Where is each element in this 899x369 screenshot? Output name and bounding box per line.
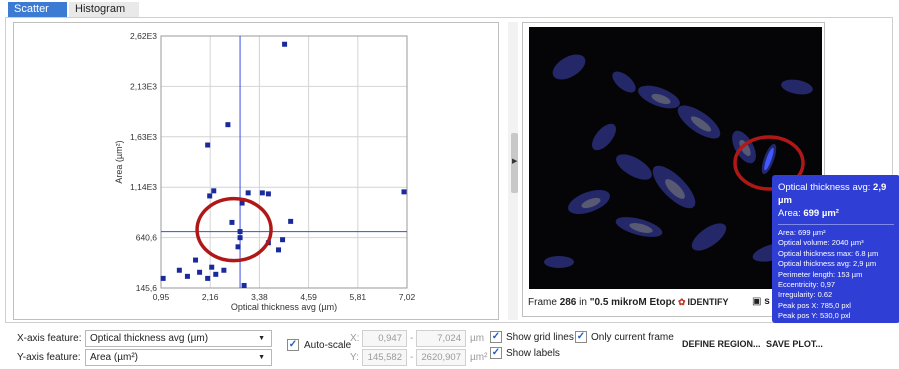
plot-controls: X-axis feature: Optical thickness avg (µ… — [0, 326, 899, 369]
tab-scatter-plot[interactable]: Scatter plot — [8, 2, 67, 30]
x-range-label: X: — [350, 333, 360, 344]
data-point — [197, 269, 203, 275]
chevron-down-icon: ▼ — [258, 335, 265, 342]
highlight-circle-plot — [195, 196, 273, 263]
identify-button[interactable]: ✿ IDENTIFY — [675, 295, 732, 309]
y-tick-label: 1,63E3 — [130, 132, 157, 142]
save-plot-button[interactable]: SAVE PLOT... — [762, 334, 827, 354]
data-point — [205, 142, 211, 148]
tooltip-row: Irregularity: 0.62 — [778, 290, 833, 300]
range-separator: - — [410, 333, 414, 344]
tooltip-row: Optical thickness max: 6.8 µm — [778, 248, 879, 258]
cell-tooltip: Optical thickness avg: 2,9 µm Area: 699 … — [772, 175, 899, 323]
x-tick-label: 3,38 — [251, 292, 268, 302]
collapse-arrow-icon[interactable]: ▶ — [512, 157, 517, 165]
tooltip-row: Perimeter length: 153 µm — [778, 269, 863, 279]
data-point — [184, 273, 190, 279]
y-tick-label: 640,6 — [136, 233, 158, 243]
y-tick-label: 145,6 — [136, 283, 158, 293]
y-range-label: Y: — [350, 352, 359, 363]
tooltip-row: Optical thickness avg: 2,9 µm — [778, 259, 877, 269]
tooltip-row: Area: 699 µm² — [778, 228, 826, 237]
x-tick-label: 5,81 — [350, 292, 367, 302]
y-axis-feature-select[interactable]: Area (µm²) ▼ — [85, 349, 272, 366]
identify-icon: ✿ — [678, 297, 686, 307]
autoscale-label: Auto-scale — [304, 340, 352, 351]
x-tick-label: 2,16 — [202, 292, 219, 302]
only-current-frame-checkbox[interactable]: ✓ — [575, 331, 587, 343]
range-separator: - — [410, 352, 414, 363]
autoscale-checkbox[interactable]: ✓ — [287, 339, 299, 351]
show-labels-checkbox[interactable]: ✓ — [490, 347, 502, 359]
data-point — [225, 122, 231, 128]
x-unit-label: µm — [470, 333, 485, 344]
data-point — [209, 264, 215, 270]
data-point — [193, 257, 199, 263]
y-tick-label: 2,13E3 — [130, 81, 157, 91]
show-grid-lines-label: Show grid lines — [506, 332, 574, 343]
data-point — [229, 219, 235, 225]
data-point — [211, 188, 217, 194]
tooltip-row: Optical volume: 2040 µm³ — [778, 238, 864, 248]
tooltip-header: Optical thickness avg: 2,9 µm Area: 699 … — [778, 182, 887, 219]
data-point — [176, 267, 182, 273]
tooltip-row: Eccentricity: 0,97 — [778, 280, 836, 290]
chevron-down-icon: ▼ — [258, 354, 265, 361]
tab-bar: Scatter plot Histogram — [0, 0, 899, 30]
y-max-input[interactable]: 2620,907 — [416, 349, 466, 366]
data-point — [221, 267, 227, 273]
data-point — [237, 235, 243, 241]
data-point — [288, 218, 294, 224]
tab-histogram[interactable]: Histogram — [69, 2, 139, 17]
x-min-input[interactable]: 0,947 — [362, 330, 407, 347]
x-tick-label: 0,95 — [153, 292, 170, 302]
tooltip-separator — [778, 224, 894, 225]
scatter-plot-panel[interactable]: 0,95 2,16 3,38 4,59 5,81 7,02 145,6 640,6 1,14E3… — [13, 22, 499, 320]
data-point — [237, 229, 243, 235]
data-point — [259, 190, 265, 196]
data-point — [207, 193, 213, 199]
y-min-input[interactable]: 145,582 — [362, 349, 407, 366]
plot-frame — [160, 35, 408, 289]
show-grid-lines-checkbox[interactable]: ✓ — [490, 331, 502, 343]
x-tick-label: 4,59 — [300, 292, 317, 302]
y-axis-feature-label: Y-axis feature: — [17, 352, 81, 363]
y-tick-label: 1,14E3 — [130, 182, 157, 192]
y-tick-label: 2,62E3 — [130, 31, 157, 41]
data-point — [241, 283, 247, 289]
show-labels-label: Show labels — [506, 348, 560, 359]
x-axis-label: Optical thickness avg (µm) — [231, 302, 337, 312]
tooltip-row: Peak pos Y: 530,0 pxl — [778, 311, 851, 321]
data-point — [401, 189, 407, 195]
y-axis-label: Area (µm²) — [114, 140, 124, 183]
x-axis-feature-label: X-axis feature: — [17, 333, 82, 344]
x-tick-label: 7,02 — [399, 292, 416, 302]
data-point — [205, 275, 211, 281]
data-point — [280, 237, 286, 243]
only-current-frame-label: Only current frame — [591, 332, 674, 343]
data-point — [160, 275, 166, 281]
data-point — [282, 41, 288, 47]
data-point — [265, 191, 271, 197]
y-unit-label: µm² — [470, 352, 488, 363]
data-point — [213, 271, 219, 277]
data-point — [235, 244, 241, 250]
define-region-button[interactable]: DEFINE REGION... — [678, 334, 765, 354]
data-point — [245, 190, 251, 196]
x-max-input[interactable]: 7,024 — [416, 330, 466, 347]
x-axis-feature-select[interactable]: Optical thickness avg (µm) ▼ — [85, 330, 272, 347]
tooltip-row: Peak pos X: 785,0 pxl — [778, 300, 851, 310]
camera-icon[interactable]: ▣ s — [752, 296, 770, 307]
data-point — [276, 247, 282, 253]
scatter-plot[interactable]: 0,95 2,16 3,38 4,59 5,81 7,02 145,6 640,6 1,14E3… — [14, 23, 500, 321]
